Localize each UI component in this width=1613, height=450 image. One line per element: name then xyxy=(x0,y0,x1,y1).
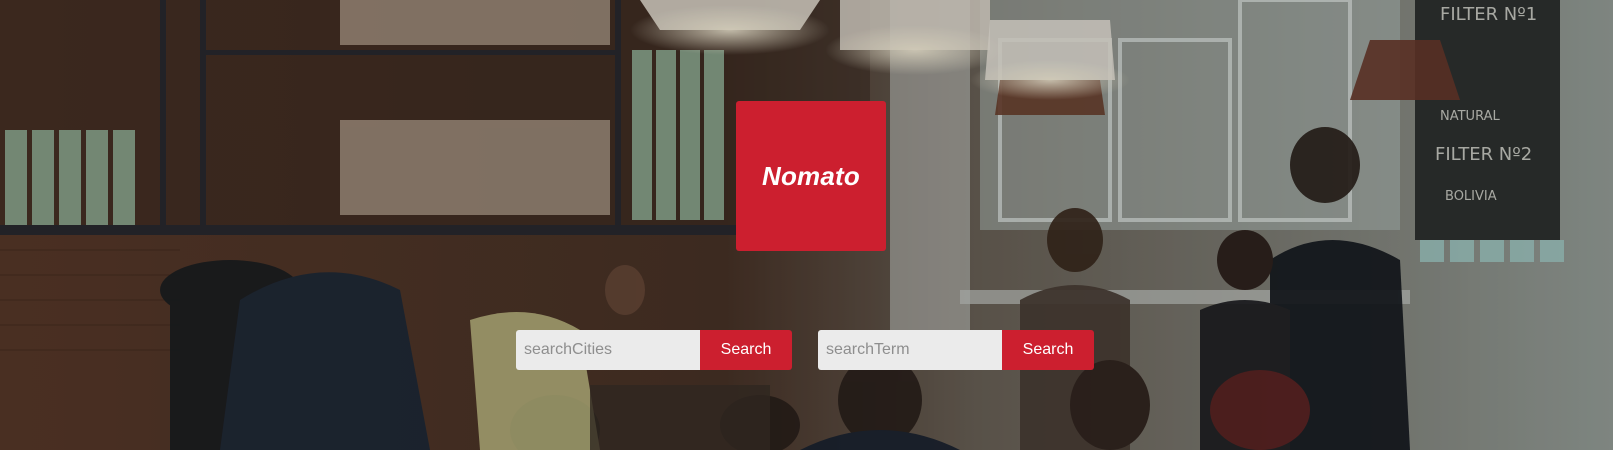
search-cities-button[interactable]: Search xyxy=(700,330,792,370)
nomato-logo: Nomato xyxy=(736,101,886,251)
search-term-input[interactable] xyxy=(818,330,1002,370)
search-term-form: Search xyxy=(818,330,1094,370)
search-term-button[interactable]: Search xyxy=(1002,330,1094,370)
hero-section: FILTER Nº1 NATURAL FILTER Nº2 BOLIVIA No… xyxy=(0,0,1613,450)
logo-text: Nomato xyxy=(762,160,860,191)
search-cities-form: Search xyxy=(516,330,792,370)
search-cities-input[interactable] xyxy=(516,330,700,370)
